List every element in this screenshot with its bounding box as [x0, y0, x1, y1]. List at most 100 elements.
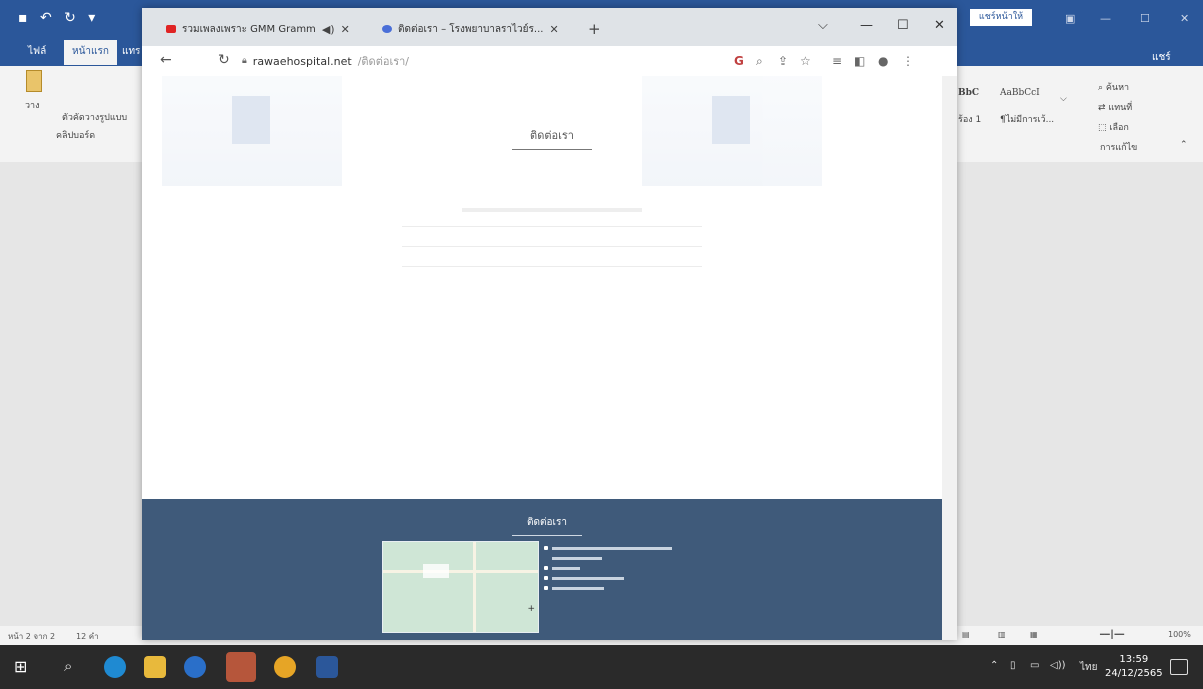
map-info-card[interactable]: [423, 564, 449, 578]
tab-insert[interactable]: แทร: [122, 44, 140, 59]
footer-title: ติดต่อเรา: [512, 515, 582, 536]
page-scrollbar[interactable]: [942, 76, 957, 640]
hospital-building-image: [712, 96, 750, 144]
style-no-spacing[interactable]: AaBbCcI: [1000, 88, 1040, 98]
select-button[interactable]: ⬚ เลือก: [1098, 120, 1129, 134]
clock-time: 13:59: [1119, 654, 1149, 665]
address-bar[interactable]: 🔒︎ rawaehospital.net/ติดต่อเรา/: [242, 52, 722, 70]
youtube-icon: [166, 25, 176, 33]
contact-address-text: [552, 556, 602, 560]
replace-button[interactable]: ⇄ แทนที่: [1098, 100, 1132, 114]
contact-phone-row[interactable]: [544, 563, 672, 573]
tab-close-icon[interactable]: ✕: [549, 23, 558, 36]
url-path: /ติดต่อเรา/: [357, 55, 409, 68]
side-panel-icon[interactable]: ◧: [854, 54, 865, 68]
paste-label[interactable]: วาง: [25, 98, 40, 112]
back-icon[interactable]: ←: [160, 52, 172, 68]
taskbar-clock[interactable]: 13:59 24/12/2565: [1105, 653, 1163, 681]
style-normal[interactable]: BbC: [958, 88, 979, 98]
contact-address-row: [544, 543, 672, 553]
page-subtitle-placeholder: [462, 208, 642, 212]
find-label: ค้นหา: [1105, 83, 1130, 93]
share-label[interactable]: แชร์: [1152, 50, 1171, 65]
word-count[interactable]: 12 คำ: [76, 630, 99, 643]
page-content[interactable]: ติดต่อเรา: [142, 76, 957, 502]
find-button[interactable]: ⌕ ค้นหา: [1098, 80, 1129, 94]
paste-icon[interactable]: [26, 70, 42, 92]
phone-icon: [544, 566, 548, 570]
format-painter-button[interactable]: ตัวคัดวางรูปแบบ: [62, 110, 127, 124]
replace-label: แทนที่: [1108, 103, 1133, 113]
collapse-ribbon-icon[interactable]: ⌃: [1180, 140, 1188, 150]
read-mode-icon[interactable]: ▤: [962, 630, 970, 639]
start-icon[interactable]: ⊞: [14, 656, 36, 678]
word-quick-access-icons[interactable]: ▪ ↶ ↻ ▾: [18, 10, 99, 26]
battery-icon[interactable]: ▯: [1010, 660, 1016, 671]
tab-youtube[interactable]: รวมเพลงเพราะ GMM Gramm ◀) ✕: [166, 17, 350, 41]
tray-overflow-icon[interactable]: ⌃: [990, 660, 998, 671]
url-domain: rawaehospital.net: [252, 54, 352, 68]
tab-close-icon[interactable]: ✕: [341, 23, 350, 36]
lock-icon[interactable]: 🔒︎: [242, 56, 247, 66]
share-icon[interactable]: ⇪: [778, 54, 788, 68]
minimize-icon[interactable]: —: [1100, 12, 1111, 25]
contact-facebook-text: [552, 576, 624, 580]
ribbon-display-icon[interactable]: ▣: [1065, 12, 1075, 25]
tab-home[interactable]: หน้าแรก: [64, 40, 117, 65]
chrome-icon[interactable]: [274, 656, 296, 678]
new-tab-icon[interactable]: +: [588, 20, 601, 38]
zoom-level[interactable]: 100%: [1168, 630, 1191, 639]
maximize-icon[interactable]: ☐: [1140, 12, 1150, 25]
styles-more-icon[interactable]: ⌵: [1060, 94, 1067, 104]
audio-icon[interactable]: ◀): [322, 23, 335, 36]
line-icon[interactable]: [226, 652, 256, 682]
reload-icon[interactable]: ↻: [218, 52, 230, 68]
contact-facebook-row[interactable]: [544, 573, 672, 583]
tab-youtube-label: รวมเพลงเพราะ GMM Gramm: [182, 23, 316, 35]
tab-file[interactable]: ไฟล์: [28, 44, 46, 59]
google-map-embed[interactable]: +: [382, 541, 539, 633]
divider: [402, 246, 702, 247]
volume-icon[interactable]: ◁)): [1050, 660, 1066, 671]
web-layout-icon[interactable]: ▦: [1030, 630, 1038, 639]
zoom-icon[interactable]: ⌕: [756, 54, 763, 69]
divider: [402, 226, 702, 227]
map-zoom-icon[interactable]: +: [527, 604, 535, 614]
menu-icon[interactable]: ⋮: [902, 54, 914, 68]
zoom-slider[interactable]: ━━┃━━: [1100, 630, 1124, 639]
tab-search-icon[interactable]: ⌵: [818, 18, 828, 33]
profile-icon[interactable]: ●: [878, 54, 888, 68]
close-icon[interactable]: ✕: [1180, 12, 1189, 25]
style-hint[interactable]: ¶ไม่มีการเว้...: [1000, 112, 1054, 126]
page-count[interactable]: หน้า 2 จาก 2: [8, 630, 55, 643]
reading-list-icon[interactable]: ≡: [832, 54, 842, 68]
contact-phone-text: [552, 566, 580, 570]
edge-icon[interactable]: [104, 656, 126, 678]
minimize-icon[interactable]: —: [860, 18, 873, 33]
network-icon[interactable]: ▭: [1030, 660, 1039, 671]
site-favicon-icon: [382, 25, 392, 33]
tab-contact-us[interactable]: ติดต่อเรา – โรงพยาบาลราไวย์ร... ✕: [382, 17, 559, 41]
windows-taskbar: ⊞ ⌕ ⌃ ▯ ▭ ◁)) ไทย 13:59 24/12/2565: [0, 645, 1203, 689]
contact-facebook-text: [552, 586, 604, 590]
word-icon[interactable]: [316, 656, 338, 678]
google-translate-icon[interactable]: G: [734, 54, 744, 68]
close-icon[interactable]: ✕: [934, 18, 945, 33]
file-explorer-icon[interactable]: [144, 656, 166, 678]
app-icon[interactable]: [184, 656, 206, 678]
search-icon[interactable]: ⌕: [64, 657, 72, 675]
chrome-window: รวมเพลงเพราะ GMM Gramm ◀) ✕ ติดต่อเรา – …: [142, 8, 957, 640]
contact-address-text: [552, 546, 672, 550]
contact-address-row: [544, 553, 672, 563]
bookmark-star-icon[interactable]: ☆: [800, 54, 811, 68]
contact-facebook-row[interactable]: [544, 583, 672, 593]
maximize-icon[interactable]: ☐: [897, 18, 909, 33]
map-road: [383, 570, 538, 573]
contact-info-list: [544, 543, 672, 593]
map-road: [473, 542, 476, 632]
word-share-button[interactable]: แชร์หน้าให้: [970, 9, 1032, 26]
input-language[interactable]: ไทย: [1080, 660, 1097, 675]
style-heading-1[interactable]: ร้อง 1: [958, 112, 981, 126]
print-layout-icon[interactable]: ▥: [998, 630, 1006, 639]
notification-icon[interactable]: [1170, 659, 1188, 675]
